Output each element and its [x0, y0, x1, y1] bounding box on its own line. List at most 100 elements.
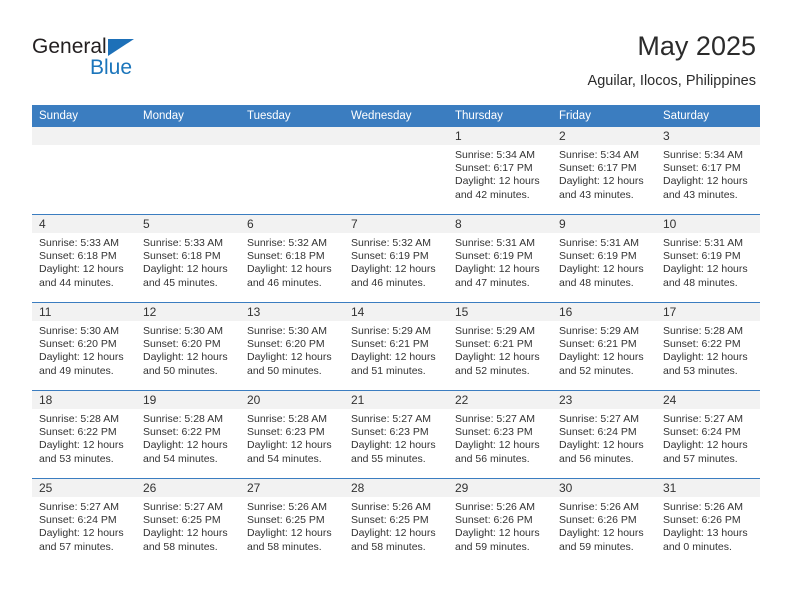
- general-blue-logo[interactable]: General Blue: [32, 36, 182, 88]
- sunset-text: Sunset: 6:25 PM: [351, 514, 429, 527]
- weekday-header-wednesday: Wednesday: [344, 105, 448, 127]
- calendar-day-cell[interactable]: 19 Sunrise: 5:28 AM Sunset: 6:22 PM Dayligh…: [136, 390, 240, 479]
- calendar-day-cell[interactable]: 9 Sunrise: 5:31 AM Sunset: 6:19 PM Daylight…: [552, 214, 656, 303]
- daylight-text: Daylight: 12 hours and 43 minutes.: [559, 175, 644, 201]
- day-cell-inner: 16 Sunrise: 5:29 AM Sunset: 6:21 PM Dayligh…: [552, 303, 656, 390]
- calendar-day-cell-empty: [344, 127, 448, 215]
- calendar-day-cell[interactable]: 21 Sunrise: 5:27 AM Sunset: 6:23 PM Dayligh…: [344, 390, 448, 479]
- sunset-text: Sunset: 6:18 PM: [143, 250, 221, 263]
- day-number: 18: [32, 391, 136, 409]
- sunrise-text: Sunrise: 5:30 AM: [39, 325, 119, 337]
- calendar-day-cell[interactable]: 22 Sunrise: 5:27 AM Sunset: 6:23 PM Dayligh…: [448, 390, 552, 479]
- day-number: 21: [344, 391, 448, 409]
- calendar-day-cell[interactable]: 5 Sunrise: 5:33 AM Sunset: 6:18 PM Daylight…: [136, 214, 240, 303]
- calendar-week-row: 25 Sunrise: 5:27 AM Sunset: 6:24 PM Dayligh…: [32, 478, 760, 566]
- calendar-day-cell[interactable]: 13 Sunrise: 5:30 AM Sunset: 6:20 PM Dayligh…: [240, 302, 344, 391]
- title-block: May 2025 Aguilar, Ilocos, Philippines: [588, 30, 756, 90]
- sunrise-text: Sunrise: 5:30 AM: [143, 325, 223, 337]
- day-number: 16: [552, 303, 656, 321]
- calendar-day-cell[interactable]: 18 Sunrise: 5:28 AM Sunset: 6:22 PM Dayligh…: [32, 390, 136, 479]
- sunset-text: Sunset: 6:25 PM: [143, 514, 221, 527]
- calendar-day-cell[interactable]: 17 Sunrise: 5:28 AM Sunset: 6:22 PM Dayligh…: [656, 302, 760, 391]
- calendar-day-cell[interactable]: 6 Sunrise: 5:32 AM Sunset: 6:18 PM Daylight…: [240, 214, 344, 303]
- day-cell-inner: 20 Sunrise: 5:28 AM Sunset: 6:23 PM Dayligh…: [240, 391, 344, 478]
- daylight-text: Daylight: 12 hours and 58 minutes.: [143, 527, 228, 553]
- sunrise-text: Sunrise: 5:28 AM: [663, 325, 743, 337]
- day-details: Sunrise: 5:29 AM Sunset: 6:21 PM Daylight:…: [552, 321, 656, 378]
- sunrise-text: Sunrise: 5:33 AM: [143, 237, 223, 249]
- sunrise-text: Sunrise: 5:31 AM: [559, 237, 639, 249]
- sunrise-text: Sunrise: 5:33 AM: [39, 237, 119, 249]
- day-number: 26: [136, 479, 240, 497]
- sunrise-text: Sunrise: 5:27 AM: [143, 501, 223, 513]
- calendar-day-cell[interactable]: 4 Sunrise: 5:33 AM Sunset: 6:18 PM Daylight…: [32, 214, 136, 303]
- sunset-text: Sunset: 6:21 PM: [559, 338, 637, 351]
- logo-triangle-icon: [108, 39, 134, 56]
- page-title: May 2025: [637, 31, 756, 61]
- calendar-day-cell[interactable]: 16 Sunrise: 5:29 AM Sunset: 6:21 PM Dayligh…: [552, 302, 656, 391]
- day-cell-inner: 28 Sunrise: 5:26 AM Sunset: 6:25 PM Dayligh…: [344, 479, 448, 566]
- daylight-text: Daylight: 12 hours and 47 minutes.: [455, 263, 540, 289]
- calendar-day-cell[interactable]: 26 Sunrise: 5:27 AM Sunset: 6:25 PM Dayligh…: [136, 478, 240, 566]
- calendar-day-cell[interactable]: 14 Sunrise: 5:29 AM Sunset: 6:21 PM Dayligh…: [344, 302, 448, 391]
- daylight-text: Daylight: 12 hours and 46 minutes.: [351, 263, 436, 289]
- daylight-text: Daylight: 12 hours and 44 minutes.: [39, 263, 124, 289]
- calendar-table: Sunday Monday Tuesday Wednesday Thursday…: [32, 105, 760, 566]
- calendar-day-cell[interactable]: 29 Sunrise: 5:26 AM Sunset: 6:26 PM Dayligh…: [448, 478, 552, 566]
- day-details: Sunrise: 5:29 AM Sunset: 6:21 PM Daylight:…: [448, 321, 552, 378]
- sunset-text: Sunset: 6:20 PM: [247, 338, 325, 351]
- weekday-header-row: Sunday Monday Tuesday Wednesday Thursday…: [32, 105, 760, 127]
- day-cell-inner: [344, 127, 448, 214]
- calendar-day-cell[interactable]: 31 Sunrise: 5:26 AM Sunset: 6:26 PM Dayligh…: [656, 478, 760, 566]
- calendar-week-row: 1 Sunrise: 5:34 AM Sunset: 6:17 PM Daylight…: [32, 127, 760, 215]
- calendar-day-cell[interactable]: 12 Sunrise: 5:30 AM Sunset: 6:20 PM Dayligh…: [136, 302, 240, 391]
- logo-text-blue: Blue: [90, 56, 133, 79]
- calendar-day-cell[interactable]: 8 Sunrise: 5:31 AM Sunset: 6:19 PM Daylight…: [448, 214, 552, 303]
- calendar-day-cell[interactable]: 27 Sunrise: 5:26 AM Sunset: 6:25 PM Dayligh…: [240, 478, 344, 566]
- day-cell-inner: 21 Sunrise: 5:27 AM Sunset: 6:23 PM Dayligh…: [344, 391, 448, 478]
- day-cell-inner: 4 Sunrise: 5:33 AM Sunset: 6:18 PM Daylight…: [32, 215, 136, 302]
- calendar-day-cell[interactable]: 3 Sunrise: 5:34 AM Sunset: 6:17 PM Daylight…: [656, 127, 760, 215]
- calendar-day-cell[interactable]: 15 Sunrise: 5:29 AM Sunset: 6:21 PM Dayligh…: [448, 302, 552, 391]
- day-cell-inner: 25 Sunrise: 5:27 AM Sunset: 6:24 PM Dayligh…: [32, 479, 136, 566]
- day-details: Sunrise: 5:33 AM Sunset: 6:18 PM Daylight:…: [136, 233, 240, 290]
- daylight-text: Daylight: 12 hours and 58 minutes.: [351, 527, 436, 553]
- calendar-day-cell-empty: [32, 127, 136, 215]
- day-details: Sunrise: 5:26 AM Sunset: 6:26 PM Daylight:…: [448, 497, 552, 554]
- daylight-text: Daylight: 12 hours and 45 minutes.: [143, 263, 228, 289]
- day-details: Sunrise: 5:31 AM Sunset: 6:19 PM Daylight:…: [656, 233, 760, 290]
- daylight-text: Daylight: 12 hours and 53 minutes.: [663, 351, 748, 377]
- daylight-text: Daylight: 12 hours and 52 minutes.: [455, 351, 540, 377]
- day-cell-inner: 29 Sunrise: 5:26 AM Sunset: 6:26 PM Dayligh…: [448, 479, 552, 566]
- day-cell-inner: 22 Sunrise: 5:27 AM Sunset: 6:23 PM Dayligh…: [448, 391, 552, 478]
- sunset-text: Sunset: 6:26 PM: [559, 514, 637, 527]
- calendar-day-cell[interactable]: 10 Sunrise: 5:31 AM Sunset: 6:19 PM Dayligh…: [656, 214, 760, 303]
- calendar-day-cell[interactable]: 2 Sunrise: 5:34 AM Sunset: 6:17 PM Daylight…: [552, 127, 656, 215]
- daylight-text: Daylight: 12 hours and 57 minutes.: [39, 527, 124, 553]
- sunset-text: Sunset: 6:21 PM: [455, 338, 533, 351]
- daylight-text: Daylight: 12 hours and 49 minutes.: [39, 351, 124, 377]
- day-details: Sunrise: 5:34 AM Sunset: 6:17 PM Daylight:…: [552, 145, 656, 202]
- calendar-day-cell-empty: [240, 127, 344, 215]
- calendar-day-cell[interactable]: 23 Sunrise: 5:27 AM Sunset: 6:24 PM Dayligh…: [552, 390, 656, 479]
- calendar-day-cell[interactable]: 24 Sunrise: 5:27 AM Sunset: 6:24 PM Dayligh…: [656, 390, 760, 479]
- day-number: [32, 127, 136, 145]
- calendar-day-cell[interactable]: 28 Sunrise: 5:26 AM Sunset: 6:25 PM Dayligh…: [344, 478, 448, 566]
- sunrise-text: Sunrise: 5:28 AM: [39, 413, 119, 425]
- calendar-day-cell[interactable]: 7 Sunrise: 5:32 AM Sunset: 6:19 PM Daylight…: [344, 214, 448, 303]
- weekday-header-friday: Friday: [552, 105, 656, 127]
- day-cell-inner: 27 Sunrise: 5:26 AM Sunset: 6:25 PM Dayligh…: [240, 479, 344, 566]
- day-details: Sunrise: 5:27 AM Sunset: 6:24 PM Daylight:…: [32, 497, 136, 554]
- calendar-day-cell[interactable]: 25 Sunrise: 5:27 AM Sunset: 6:24 PM Dayligh…: [32, 478, 136, 566]
- day-cell-inner: 30 Sunrise: 5:26 AM Sunset: 6:26 PM Dayligh…: [552, 479, 656, 566]
- sunrise-text: Sunrise: 5:26 AM: [559, 501, 639, 513]
- calendar-day-cell[interactable]: 11 Sunrise: 5:30 AM Sunset: 6:20 PM Dayligh…: [32, 302, 136, 391]
- calendar-day-cell[interactable]: 30 Sunrise: 5:26 AM Sunset: 6:26 PM Dayligh…: [552, 478, 656, 566]
- weekday-header-thursday: Thursday: [448, 105, 552, 127]
- day-cell-inner: 10 Sunrise: 5:31 AM Sunset: 6:19 PM Dayligh…: [656, 215, 760, 302]
- calendar-day-cell[interactable]: 1 Sunrise: 5:34 AM Sunset: 6:17 PM Daylight…: [448, 127, 552, 215]
- calendar-week-row: 4 Sunrise: 5:33 AM Sunset: 6:18 PM Daylight…: [32, 214, 760, 303]
- day-number: 8: [448, 215, 552, 233]
- calendar-day-cell[interactable]: 20 Sunrise: 5:28 AM Sunset: 6:23 PM Dayligh…: [240, 390, 344, 479]
- calendar-page: General Blue May 2025 Aguilar, Ilocos, P…: [0, 0, 792, 612]
